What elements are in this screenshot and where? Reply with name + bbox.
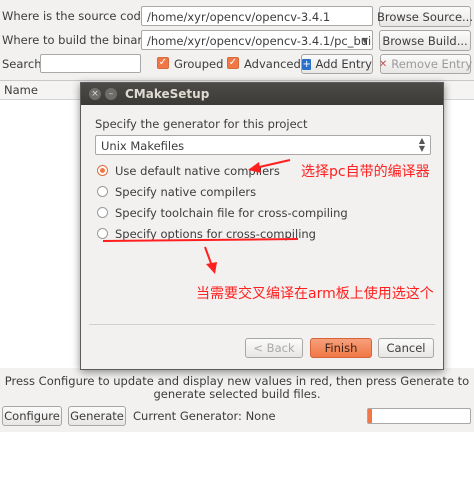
annotation-overlay [102, 159, 299, 274]
arrow-head-2 [206, 262, 217, 274]
annotation-cross-compile: 当需要交叉编译在arm板上使用选这个 [196, 286, 434, 302]
arrow-line-1 [254, 159, 291, 169]
underline [102, 238, 299, 242]
arrow-head-1 [248, 162, 261, 173]
annotation-native-compilers: 选择pc自带的编译器 [301, 164, 430, 180]
